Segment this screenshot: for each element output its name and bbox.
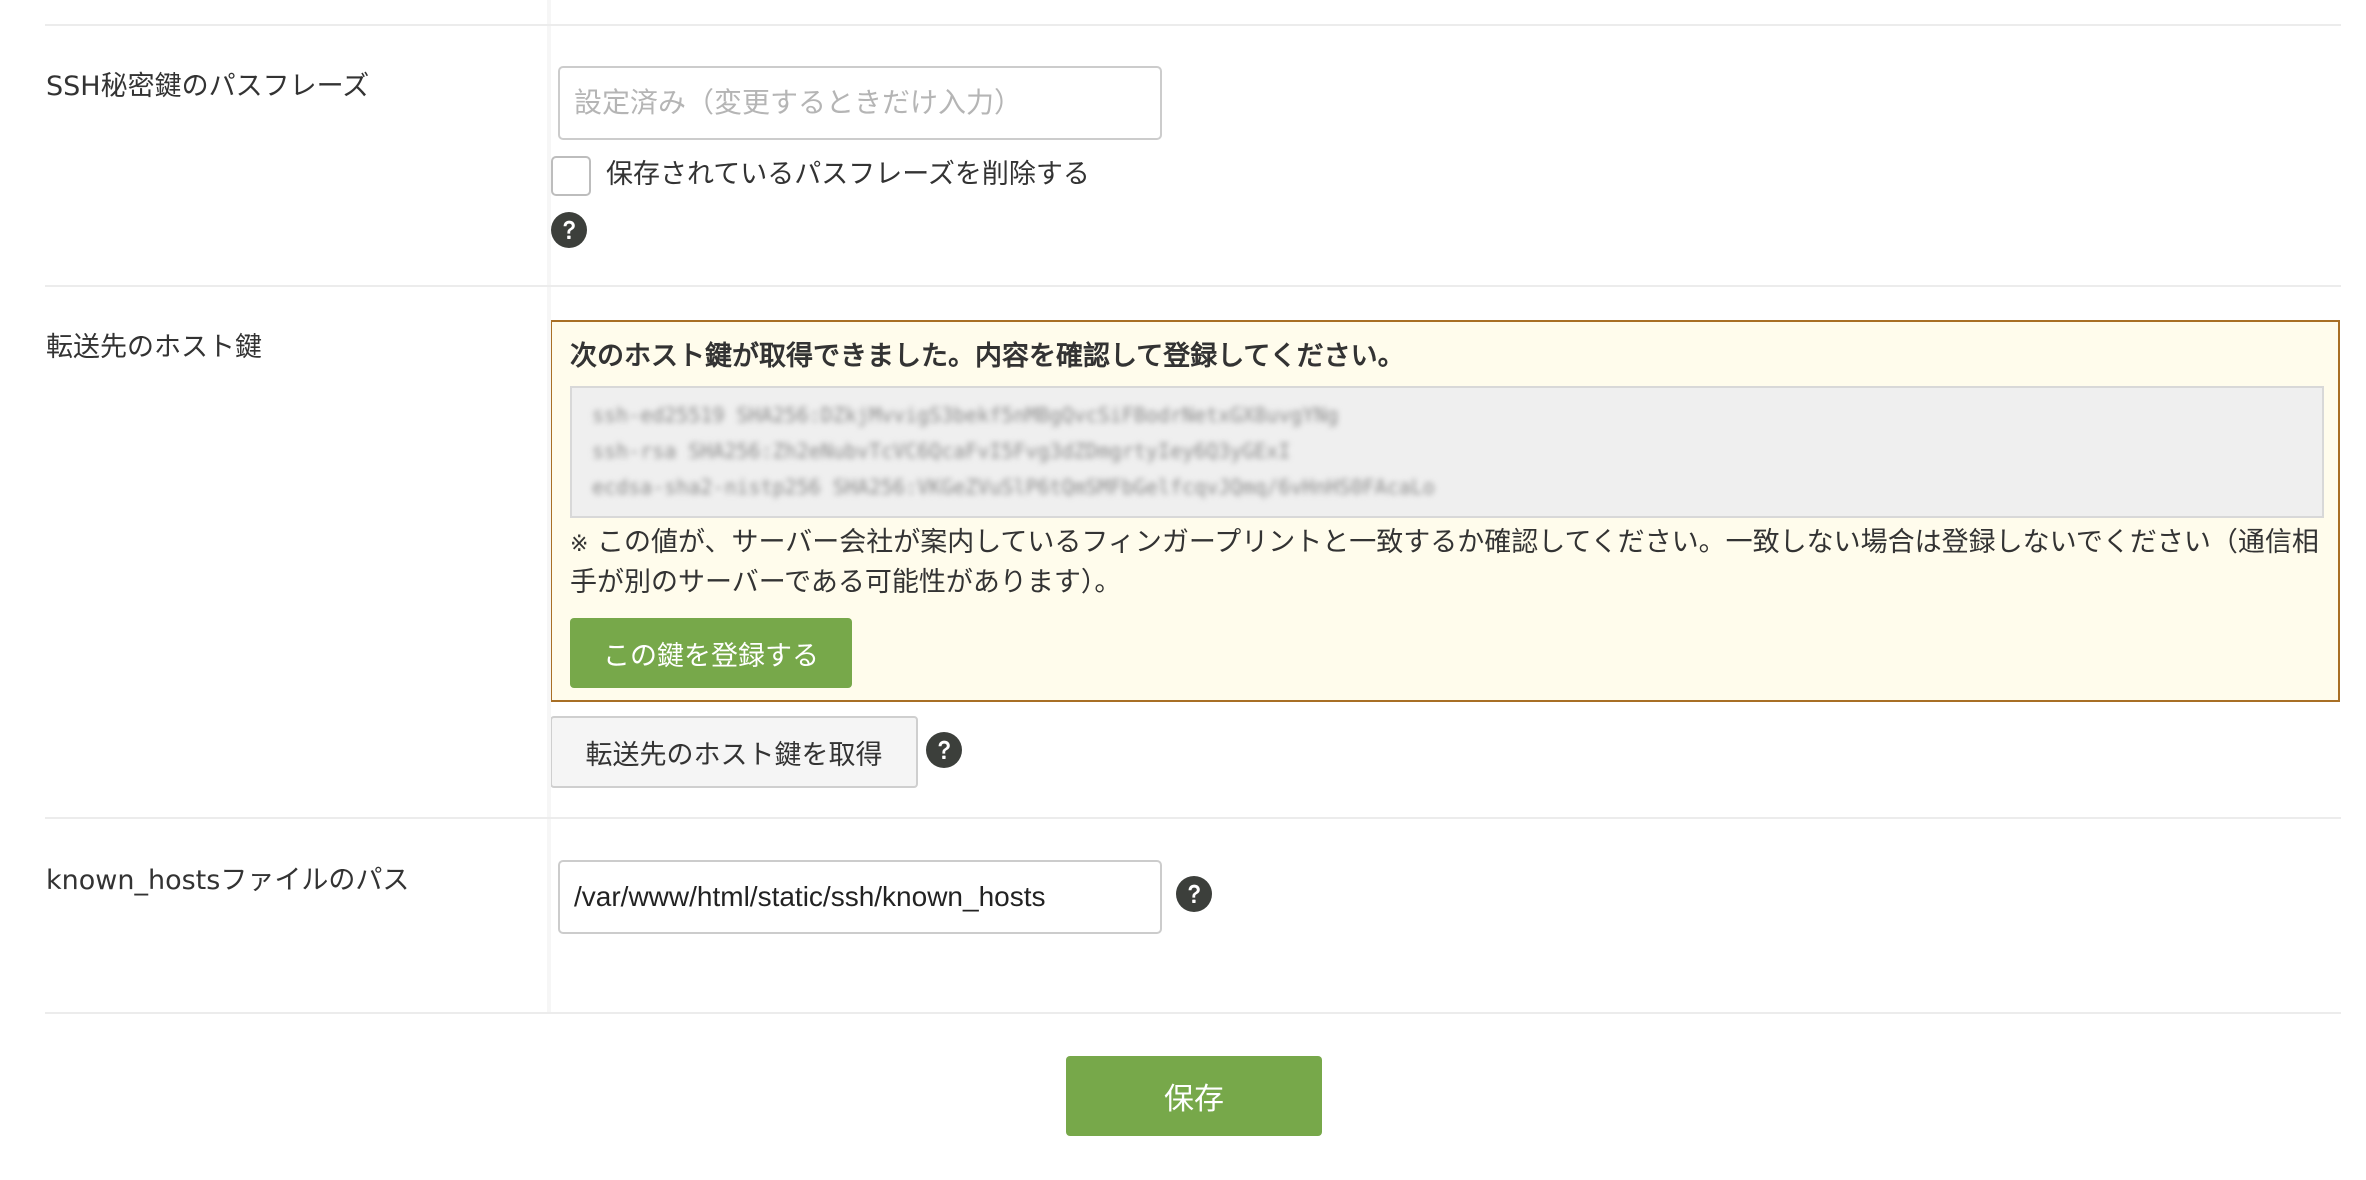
fingerprint-line: ssh-ed25519 SHA256:DZkjMvvigS3bekf5nMBgQ… bbox=[592, 403, 1339, 427]
host-key-fingerprints: ssh-ed25519 SHA256:DZkjMvvigS3bekf5nMBgQ… bbox=[570, 386, 2324, 518]
help-icon[interactable] bbox=[1175, 875, 1213, 913]
divider bbox=[45, 817, 2341, 819]
notice-title: 次のホスト鍵が取得できました。内容を確認して登録してください。 bbox=[570, 341, 1405, 372]
fingerprint-line: ecdsa-sha2-nistp256 SHA256:VKGeZVuSlP6tQ… bbox=[592, 475, 1435, 499]
column-separator bbox=[547, 0, 551, 24]
save-button[interactable]: 保存 bbox=[1066, 1056, 1322, 1136]
help-icon[interactable] bbox=[925, 731, 963, 769]
column-separator bbox=[547, 26, 551, 285]
register-key-button[interactable]: この鍵を登録する bbox=[570, 618, 852, 688]
fetch-host-key-button[interactable]: 転送先のホスト鍵を取得 bbox=[550, 716, 918, 788]
known-hosts-label: known_hostsファイルのパス bbox=[46, 865, 410, 896]
note-text: この値が、サーバー会社が案内しているフィンガープリントと一致するか確認してくださ… bbox=[570, 527, 2319, 598]
help-icon[interactable] bbox=[550, 211, 588, 249]
delete-passphrase-checkbox[interactable] bbox=[551, 156, 591, 196]
column-separator bbox=[547, 287, 551, 817]
host-key-notice: 次のホスト鍵が取得できました。内容を確認して登録してください。 ssh-ed25… bbox=[550, 320, 2340, 702]
verification-note: ※ この値が、サーバー会社が案内しているフィンガープリントと一致するか確認してく… bbox=[570, 524, 2330, 602]
divider bbox=[45, 24, 2341, 26]
fingerprint-line: ssh-rsa SHA256:Zh2eNubvTcVC6QcaFvI5Fvg3d… bbox=[592, 439, 1291, 463]
delete-passphrase-label: 保存されているパスフレーズを削除する bbox=[606, 159, 1090, 190]
divider bbox=[45, 1012, 2341, 1014]
known-hosts-path-input[interactable] bbox=[558, 860, 1162, 934]
note-mark: ※ bbox=[570, 532, 589, 557]
passphrase-input[interactable] bbox=[558, 66, 1162, 140]
column-separator bbox=[547, 819, 551, 1012]
host-key-label: 転送先のホスト鍵 bbox=[46, 332, 262, 363]
passphrase-label: SSH秘密鍵のパスフレーズ bbox=[46, 71, 370, 102]
divider bbox=[45, 285, 2341, 287]
settings-form: SSH秘密鍵のパスフレーズ 保存されているパスフレーズを削除する 転送先のホスト… bbox=[0, 0, 2366, 1180]
